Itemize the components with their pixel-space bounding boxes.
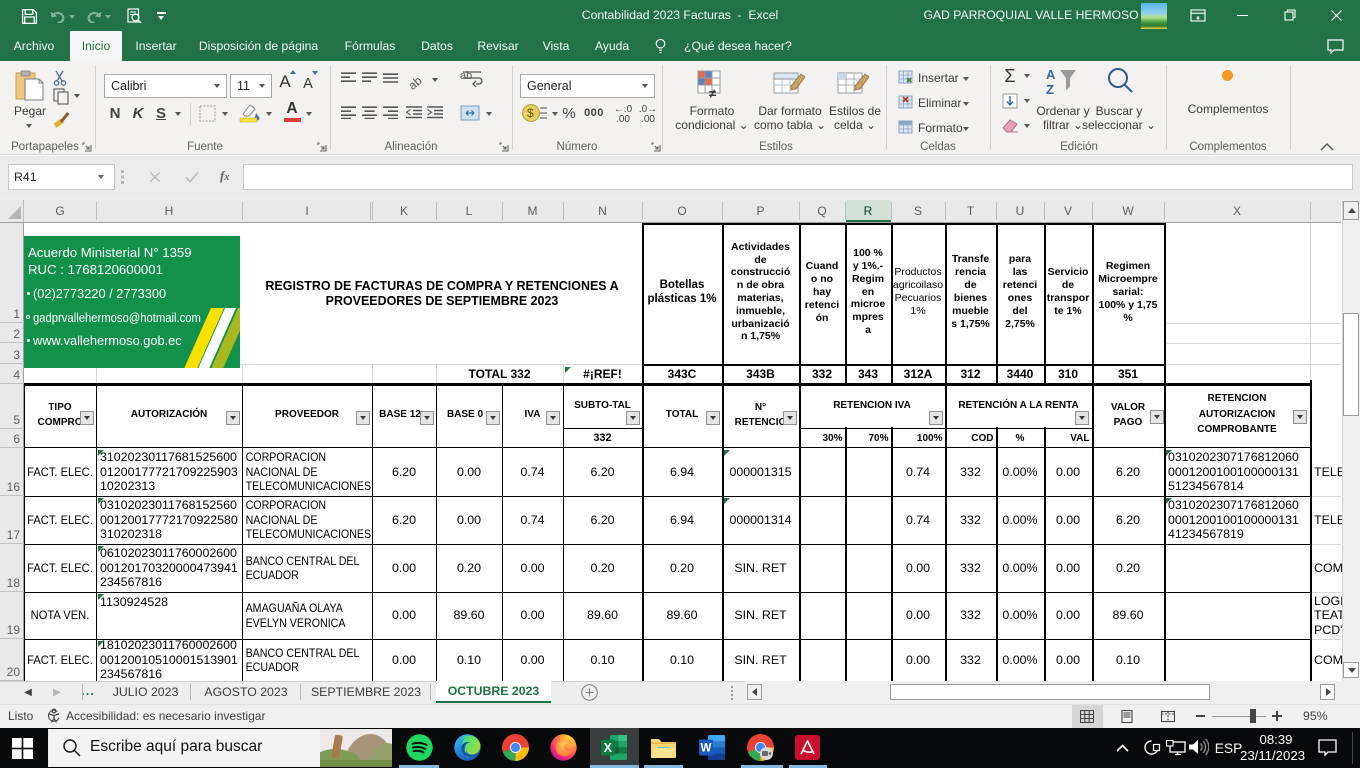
svg-text:A: A	[1046, 67, 1056, 82]
svg-text:≠: ≠	[709, 86, 716, 100]
svg-text:Z: Z	[1046, 82, 1054, 96]
svg-text:W: W	[701, 743, 712, 755]
svg-text:X: X	[604, 741, 613, 755]
svg-text:$: $	[527, 106, 534, 120]
